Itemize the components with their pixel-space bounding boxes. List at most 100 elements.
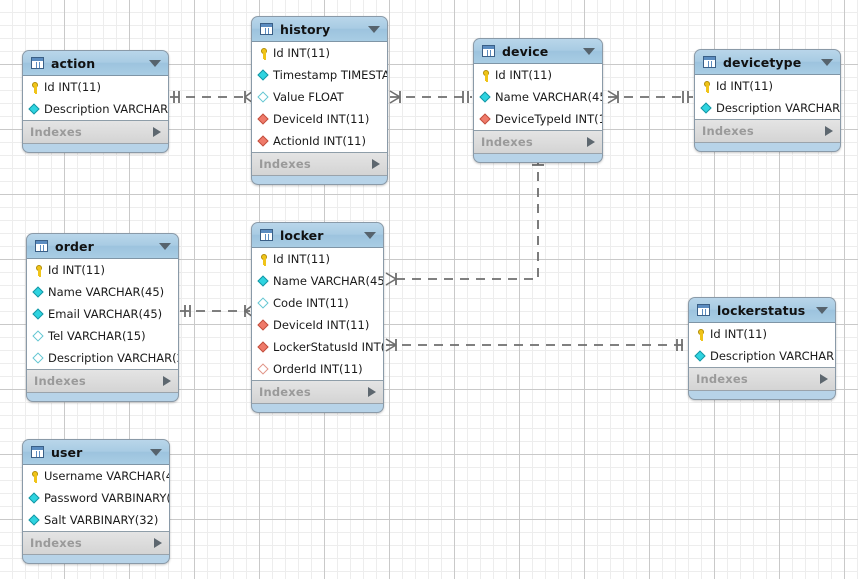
chevron-right-icon[interactable] xyxy=(368,387,376,397)
column-row[interactable]: Name VARCHAR(45) xyxy=(27,281,178,303)
column-row[interactable]: DeviceTypeId INT(11) xyxy=(474,108,602,130)
chevron-right-icon[interactable] xyxy=(153,127,161,137)
column-row[interactable]: Description VARCHAR(255) xyxy=(27,347,178,369)
chevron-right-icon[interactable] xyxy=(825,126,833,136)
table-device[interactable]: device Id INT(11) Name VARCHAR(45) DeviceTy… xyxy=(473,38,603,163)
column-label: ActionId INT(11) xyxy=(273,134,366,148)
indexes-section-lockerstatus[interactable]: Indexes xyxy=(689,368,835,391)
table-header-devicetype[interactable]: devicetype xyxy=(695,50,840,75)
table-header-locker[interactable]: locker xyxy=(252,223,383,248)
table-icon xyxy=(260,229,273,241)
column-row[interactable]: Password VARBINARY(32) xyxy=(23,487,169,509)
column-row[interactable]: LockerStatusId INT(11) xyxy=(252,336,383,358)
table-header-user[interactable]: user xyxy=(23,440,169,465)
table-name-label: action xyxy=(51,55,96,71)
column-row[interactable]: Id INT(11) xyxy=(23,76,168,98)
chevron-right-icon[interactable] xyxy=(820,374,828,384)
column-row[interactable]: Id INT(11) xyxy=(252,42,387,64)
table-user[interactable]: user Username VARCHAR(45) Password VARBINA… xyxy=(22,439,170,564)
column-row[interactable]: OrderId INT(11) xyxy=(252,358,383,380)
column-cyan-icon xyxy=(32,307,45,321)
chevron-right-icon[interactable] xyxy=(587,137,595,147)
chevron-right-icon[interactable] xyxy=(154,538,162,548)
column-row[interactable]: Description VARCHAR(45) xyxy=(23,98,168,120)
table-icon xyxy=(260,23,273,35)
column-label: Value FLOAT xyxy=(273,90,344,104)
indexes-section-history[interactable]: Indexes xyxy=(252,153,387,176)
column-cyan-outline-icon xyxy=(257,90,270,104)
table-header-lockerstatus[interactable]: lockerstatus xyxy=(689,298,835,323)
chevron-right-icon[interactable] xyxy=(372,159,380,169)
column-label: Id INT(11) xyxy=(48,263,105,277)
table-locker[interactable]: locker Id INT(11) Name VARCHAR(45) Code INT… xyxy=(251,222,384,413)
table-devicetype[interactable]: devicetype Id INT(11) Description VARCHAR(… xyxy=(694,49,841,152)
column-row[interactable]: Description VARCHAR(45) xyxy=(695,97,840,119)
eer-diagram-canvas[interactable]: actionId INT(11)Description VARCHAR(45)I… xyxy=(0,0,858,579)
connector-action-history xyxy=(170,90,254,104)
chevron-down-icon[interactable] xyxy=(159,242,171,250)
chevron-down-icon[interactable] xyxy=(368,25,380,33)
column-label: Tel VARCHAR(15) xyxy=(48,329,146,343)
pk-key-icon xyxy=(694,328,707,341)
indexes-section-device[interactable]: Indexes xyxy=(474,131,602,154)
column-label: Description VARCHAR(45) xyxy=(716,101,841,115)
chevron-down-icon[interactable] xyxy=(816,306,828,314)
column-row[interactable]: Email VARCHAR(45) xyxy=(27,303,178,325)
table-icon xyxy=(703,56,716,68)
column-cyan-outline-icon xyxy=(257,296,270,310)
column-row[interactable]: Id INT(11) xyxy=(689,323,835,345)
diamond-shape xyxy=(32,307,44,320)
column-cyan-icon xyxy=(28,102,41,116)
column-row[interactable]: Username VARCHAR(45) xyxy=(23,465,169,487)
column-row[interactable]: Name VARCHAR(45) xyxy=(474,86,602,108)
table-lockerstatus[interactable]: lockerstatus Id INT(11) Description VARCHA… xyxy=(688,297,836,400)
indexes-section-locker[interactable]: Indexes xyxy=(252,381,383,404)
table-icon xyxy=(31,446,44,458)
chevron-down-icon[interactable] xyxy=(150,448,162,456)
column-row[interactable]: Id INT(11) xyxy=(252,248,383,270)
column-row[interactable]: ActionId INT(11) xyxy=(252,130,387,152)
table-header-history[interactable]: history xyxy=(252,17,387,42)
indexes-section-devicetype[interactable]: Indexes xyxy=(695,120,840,143)
table-header-device[interactable]: device xyxy=(474,39,602,64)
column-row[interactable]: DeviceId INT(11) xyxy=(252,108,387,130)
diamond-shape xyxy=(694,349,706,362)
column-row[interactable]: Description VARCHAR(45) xyxy=(689,345,835,367)
table-header-order[interactable]: order xyxy=(27,234,178,259)
chevron-down-icon[interactable] xyxy=(364,231,376,239)
chevron-down-icon[interactable] xyxy=(583,47,595,55)
column-row[interactable]: DeviceId INT(11) xyxy=(252,314,383,336)
column-row[interactable]: Name VARCHAR(45) xyxy=(252,270,383,292)
column-row[interactable]: Id INT(11) xyxy=(695,75,840,97)
table-action[interactable]: action Id INT(11)Description VARCHAR(45)I… xyxy=(22,50,169,153)
column-label: Timestamp TIMESTAMP xyxy=(273,68,387,82)
column-row[interactable]: Value FLOAT xyxy=(252,86,387,108)
column-row[interactable]: Salt VARBINARY(32) xyxy=(23,509,169,531)
diamond-shape xyxy=(28,513,40,526)
fk-red-icon xyxy=(257,340,270,354)
column-row[interactable]: Tel VARCHAR(15) xyxy=(27,325,178,347)
pk-key-icon xyxy=(28,81,41,94)
indexes-section-action[interactable]: Indexes xyxy=(23,121,168,144)
fk-red-icon xyxy=(257,134,270,148)
table-name-label: lockerstatus xyxy=(717,302,806,318)
diamond-shape xyxy=(257,340,269,353)
column-row[interactable]: Id INT(11) xyxy=(474,64,602,86)
chevron-down-icon[interactable] xyxy=(149,59,161,67)
column-row[interactable]: Code INT(11) xyxy=(252,292,383,314)
column-label: Id INT(11) xyxy=(273,46,330,60)
table-name-label: locker xyxy=(280,227,324,243)
column-cyan-icon xyxy=(694,349,707,363)
table-order[interactable]: order Id INT(11) Name VARCHAR(45) Email VAR… xyxy=(26,233,179,402)
column-row[interactable]: Timestamp TIMESTAMP xyxy=(252,64,387,86)
table-history[interactable]: history Id INT(11) Timestamp TIMESTAMP Valu… xyxy=(251,16,388,185)
indexes-section-user[interactable]: Indexes xyxy=(23,532,169,555)
table-header-action[interactable]: action xyxy=(23,51,168,76)
column-label: Id INT(11) xyxy=(273,252,330,266)
indexes-section-order[interactable]: Indexes xyxy=(27,370,178,393)
chevron-down-icon[interactable] xyxy=(821,58,833,66)
chevron-right-icon[interactable] xyxy=(163,376,171,386)
column-cyan-icon xyxy=(257,274,270,288)
column-row[interactable]: Id INT(11) xyxy=(27,259,178,281)
diamond-shape xyxy=(257,362,269,375)
